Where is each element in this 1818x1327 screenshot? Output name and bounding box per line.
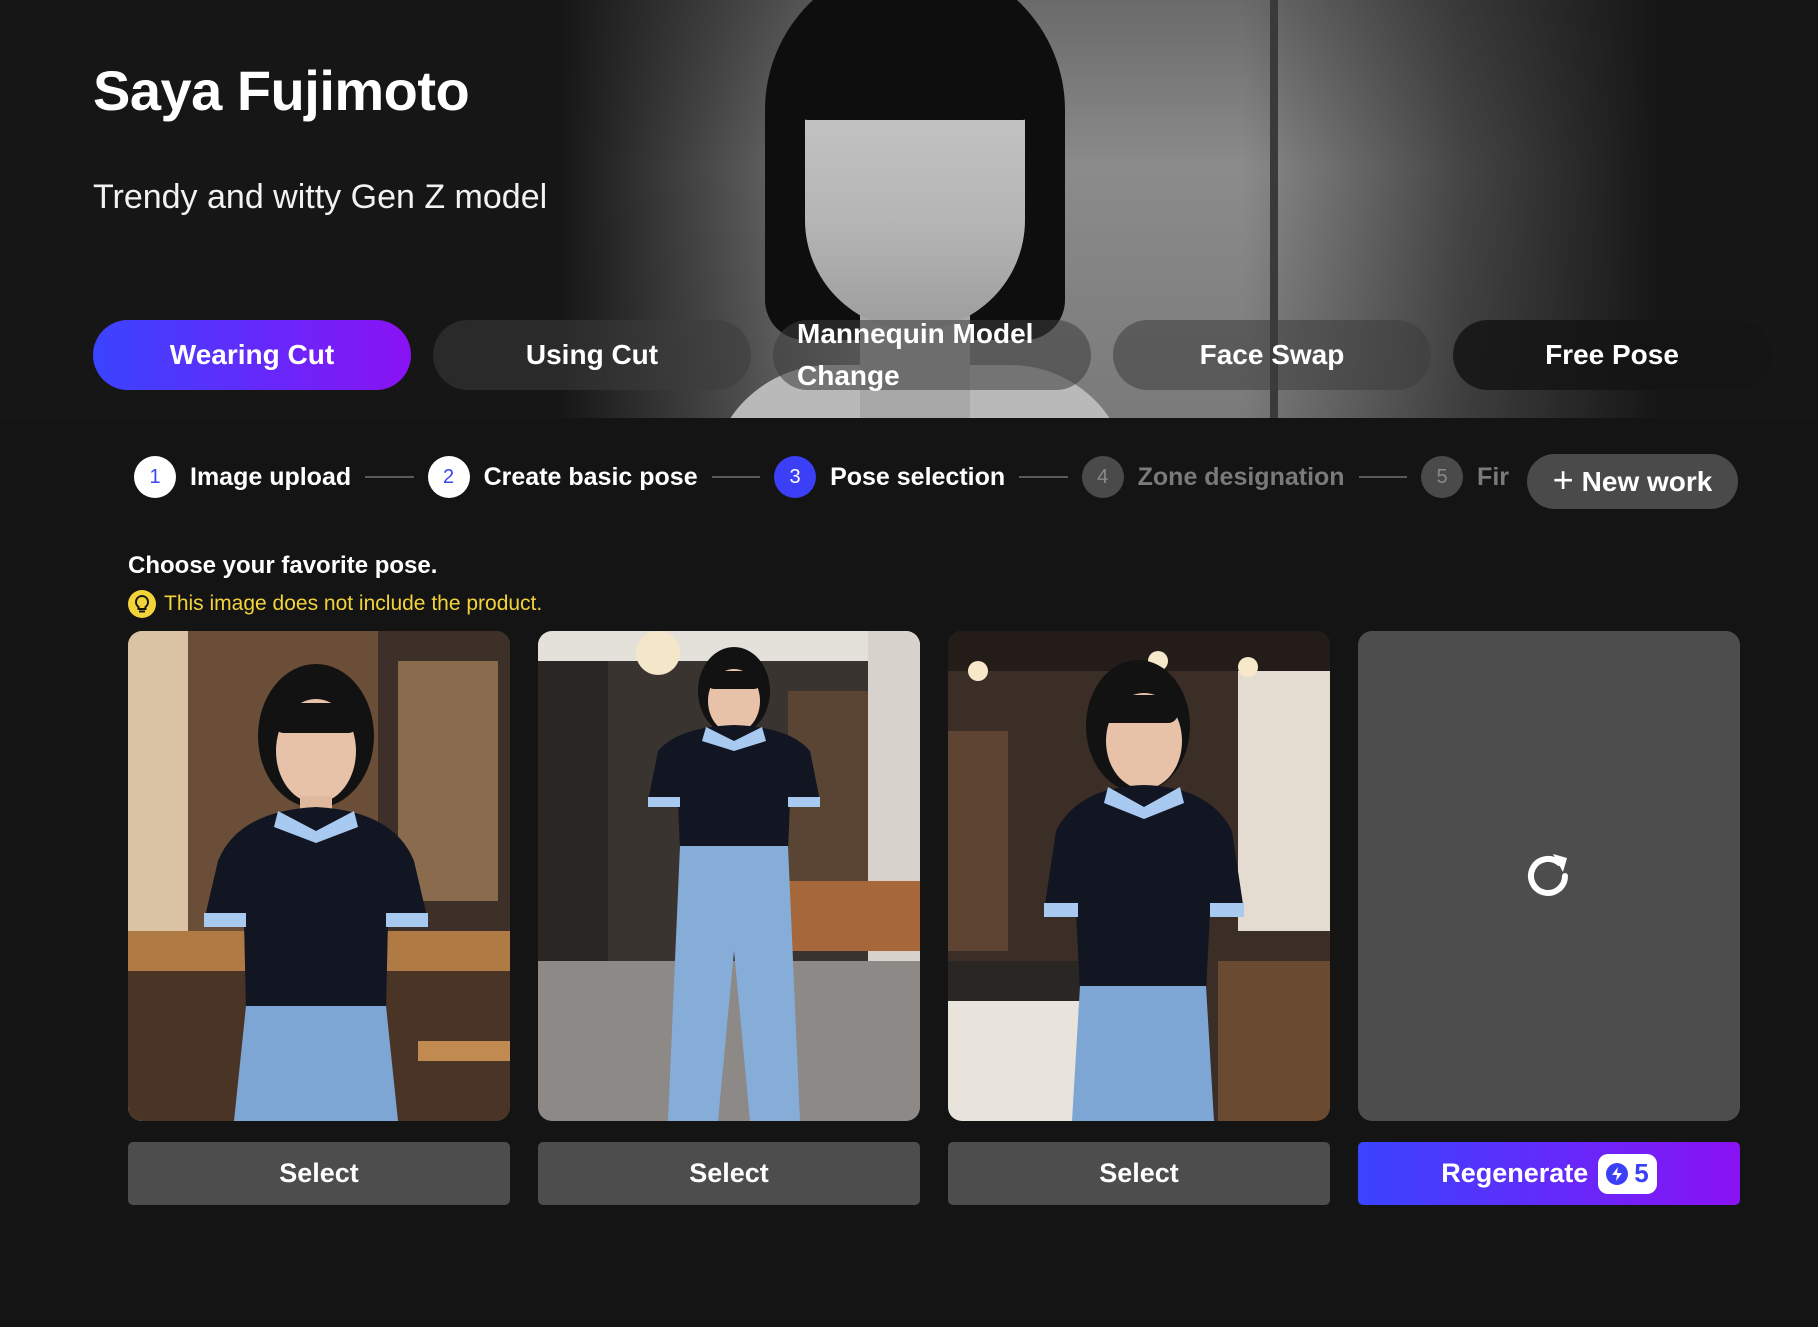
pose-image-1[interactable] xyxy=(128,631,510,1121)
tab-label: Using Cut xyxy=(525,339,659,370)
step-number: 4 xyxy=(1081,456,1124,498)
pose-grid xyxy=(128,631,1740,1121)
step-label: Create basic pose xyxy=(483,462,698,491)
tab-label: Free Pose xyxy=(1545,339,1679,370)
plus-icon: + xyxy=(1552,458,1574,500)
step-connector xyxy=(1019,476,1068,478)
step-connector xyxy=(711,476,761,478)
credit-icon xyxy=(1606,1162,1629,1185)
step-label: Image upload xyxy=(190,462,352,491)
tab-face-swap[interactable]: Face Swap xyxy=(1113,320,1431,390)
pose-actions: Select Select Select Regenerate 5 xyxy=(128,1142,1740,1205)
refresh-icon xyxy=(1521,846,1577,907)
progress-stepper: 1 Image upload 2 Create basic pose 3 Pos… xyxy=(134,455,1509,499)
step-create-basic-pose: 2 Create basic pose xyxy=(427,456,698,498)
select-pose-3-button[interactable]: Select xyxy=(948,1142,1330,1205)
new-work-label: New work xyxy=(1581,465,1713,497)
regenerate-placeholder[interactable] xyxy=(1358,631,1740,1121)
step-zone-designation: 4 Zone designation xyxy=(1081,456,1345,498)
tab-wearing-cut[interactable]: Wearing Cut xyxy=(93,320,411,390)
regenerate-label: Regenerate xyxy=(1441,1158,1589,1188)
credit-count: 5 xyxy=(1634,1158,1649,1188)
tab-using-cut[interactable]: Using Cut xyxy=(433,320,751,390)
tab-label: Mannequin Model Change xyxy=(797,318,1034,391)
step-number: 2 xyxy=(427,456,470,498)
step-image-upload: 1 Image upload xyxy=(134,456,351,498)
tab-label: Wearing Cut xyxy=(169,339,335,370)
step-final: 5 Fir xyxy=(1421,456,1509,498)
step-pose-selection: 3 Pose selection xyxy=(774,456,1005,498)
new-work-button[interactable]: + New work xyxy=(1527,454,1738,509)
model-hero: Saya Fujimoto Trendy and witty Gen Z mod… xyxy=(0,0,1818,418)
step-number: 5 xyxy=(1421,456,1464,498)
tab-free-pose[interactable]: Free Pose xyxy=(1453,320,1771,390)
step-connector xyxy=(1358,476,1408,478)
lightbulb-icon xyxy=(128,590,156,618)
step-label: Zone designation xyxy=(1137,462,1345,491)
tab-label: Face Swap xyxy=(1199,339,1345,370)
instruction-text: Choose your favorite pose. xyxy=(128,552,438,579)
model-name: Saya Fujimoto xyxy=(93,59,470,122)
step-label: Pose selection xyxy=(830,462,1006,491)
regenerate-button[interactable]: Regenerate 5 xyxy=(1358,1142,1740,1205)
select-pose-2-button[interactable]: Select xyxy=(538,1142,920,1205)
step-label: Fir xyxy=(1477,462,1509,491)
model-description: Trendy and witty Gen Z model xyxy=(93,178,548,216)
pose-image-3[interactable] xyxy=(948,631,1330,1121)
step-number: 3 xyxy=(774,456,817,498)
mode-tabs: Wearing Cut Using Cut Mannequin Model Cha… xyxy=(93,318,1771,391)
notice-text: This image does not include the product. xyxy=(164,592,543,615)
select-pose-1-button[interactable]: Select xyxy=(128,1142,510,1205)
credit-badge: 5 xyxy=(1598,1153,1657,1194)
step-number: 1 xyxy=(134,456,176,498)
step-connector xyxy=(365,476,414,478)
pose-image-2[interactable] xyxy=(538,631,920,1121)
tab-mannequin-model-change[interactable]: Mannequin Model Change xyxy=(773,318,1091,391)
notice: This image does not include the product. xyxy=(128,590,542,618)
